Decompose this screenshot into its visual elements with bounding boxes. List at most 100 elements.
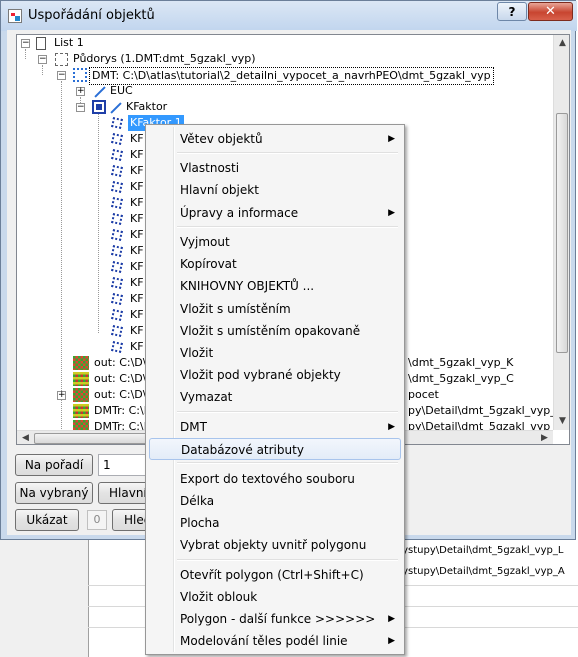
menu-item-kopirovat[interactable]: Kopírovat — [149, 253, 401, 275]
close-button[interactable]: ✕ — [528, 2, 573, 21]
menu-item-vlozit-s-umistenim[interactable]: Vložit s umístěním — [149, 298, 401, 320]
submenu-arrow-icon: ▶ — [388, 208, 395, 218]
tree-label: KF — [130, 180, 144, 193]
menu-item-label: Kopírovat — [180, 257, 237, 271]
tree-label: KF — [130, 276, 144, 289]
menu-item-label: Vložit pod vybrané objekty — [180, 368, 341, 382]
scroll-right-icon[interactable]: ▶ — [536, 431, 553, 444]
tree-label: KFaktor — [126, 100, 168, 113]
menu-separator — [177, 559, 398, 561]
tree-row-euc[interactable]: + EUC — [17, 83, 553, 99]
menu-item-label: DMT — [180, 420, 207, 434]
menu-item-label: KNIHOVNY OBJEKTŮ ... — [180, 279, 315, 293]
polygon-icon — [110, 340, 124, 354]
menu-item-delka[interactable]: Délka — [149, 490, 401, 512]
raster-icon — [73, 420, 89, 430]
tree-label-tail: py\Detail\dmt_5gzakl_vyp_LS — [408, 404, 553, 417]
menu-item-label: Větev objektů — [180, 132, 263, 146]
menu-item-label: Vložit s umístěním opakovaně — [180, 324, 361, 338]
menu-item-vlozit[interactable]: Vložit — [149, 342, 401, 364]
title-bar[interactable]: Uspořádání objektů ? ✕ — [1, 1, 577, 31]
collapse-icon[interactable]: − — [57, 71, 66, 80]
polygon-icon — [110, 132, 124, 146]
menu-item-knihovny-objektu[interactable]: KNIHOVNY OBJEKTŮ ... — [149, 275, 401, 297]
menu-item-label: Vyjmout — [180, 235, 230, 249]
context-menu: Větev objektů ▶ Vlastnosti Hlavní objekt Úpr… — [145, 124, 405, 655]
menu-separator — [177, 462, 398, 464]
polygon-icon — [110, 180, 124, 194]
menu-item-label: Polygon - další funkce >>>>>> — [180, 612, 376, 626]
polygon-icon — [110, 324, 124, 338]
submenu-arrow-icon: ▶ — [388, 134, 395, 144]
menu-separator — [177, 152, 398, 154]
help-button[interactable]: ? — [497, 2, 527, 21]
ukazat-button[interactable]: Ukázat — [15, 509, 79, 531]
menu-item-label: Hlavní objekt — [180, 183, 259, 197]
tree-vertical-scrollbar[interactable]: ▲ ▼ — [553, 35, 569, 430]
expand-icon[interactable]: + — [76, 87, 85, 96]
menu-item-databazove-atributy[interactable]: Databázové atributy — [149, 438, 401, 460]
menu-item-plocha[interactable]: Plocha — [149, 512, 401, 534]
scroll-up-icon[interactable]: ▲ — [554, 35, 569, 52]
menu-item-vetev-objektu[interactable]: Větev objektů ▶ — [149, 128, 401, 150]
menu-item-label: Vložit oblouk — [180, 590, 258, 604]
tree-row-kfaktor[interactable]: − KFaktor — [17, 99, 553, 115]
menu-item-label: Vložit — [180, 346, 214, 360]
menu-item-otevrit-polygon[interactable]: Otevřít polygon (Ctrl+Shift+C) — [149, 564, 401, 586]
menu-item-hlavni-objekt[interactable]: Hlavní objekt — [149, 179, 401, 201]
background-path-line-2: EO\Vystupy\Detail\dmt_5gzakl_vyp_A — [378, 566, 565, 577]
page-icon — [36, 37, 46, 50]
collapse-icon[interactable]: − — [21, 39, 30, 48]
raster-icon — [73, 388, 89, 402]
collapse-icon[interactable]: − — [76, 103, 85, 112]
submenu-arrow-icon: ▶ — [388, 422, 395, 432]
na-vybrany-button[interactable]: Na vybraný — [15, 482, 93, 504]
menu-item-vlastnosti[interactable]: Vlastnosti — [149, 157, 401, 179]
submenu-arrow-icon: ▶ — [388, 614, 395, 624]
na-poradi-button[interactable]: Na pořadí — [15, 454, 93, 476]
count-display: 0 — [87, 510, 107, 530]
menu-item-label: Vybrat objekty uvnitř polygonu — [180, 538, 367, 552]
menu-item-vlozit-pod-vybrane[interactable]: Vložit pod vybrané objekty — [149, 364, 401, 386]
scroll-left-icon[interactable]: ◀ — [17, 431, 34, 444]
tree-label-tail: \dmt_5gzakl_vyp_C — [408, 372, 514, 385]
line-icon — [92, 85, 106, 98]
tree-row-dmt[interactable]: − DMT: C:\D\atlas\tutorial\2_detailni_vy… — [17, 67, 553, 85]
polygon-icon — [110, 276, 124, 290]
menu-item-vybrat-objekty-uvnitr-polygonu[interactable]: Vybrat objekty uvnitř polygonu — [149, 534, 401, 556]
tree-label: KF — [130, 308, 144, 321]
menu-item-label: Modelování těles podél linie — [180, 634, 348, 648]
menu-item-dmt[interactable]: DMT ▶ — [149, 416, 401, 438]
menu-item-vlozit-oblouk[interactable]: Vložit oblouk — [149, 586, 401, 608]
tree-label: DMTr: C:\D — [94, 420, 153, 430]
polygon-icon — [110, 260, 124, 274]
collapse-icon[interactable]: − — [38, 55, 47, 64]
tree-label: KF — [130, 132, 144, 145]
layer-icon — [55, 53, 68, 66]
expand-icon[interactable]: + — [57, 391, 66, 400]
tree-label-tail: py\Detail\dmt_5gzakl_vyp_Ac — [408, 420, 553, 430]
tree-label: DMTr: C:\D — [94, 404, 153, 417]
tree-row-pudorys[interactable]: − Půdorys (1.DMT:dmt_5gzakl_vyp) — [17, 51, 553, 67]
app-icon — [8, 9, 22, 23]
scroll-thumb[interactable] — [556, 113, 568, 353]
menu-item-modelovani-teles[interactable]: Modelování těles podél linie ▶ — [149, 630, 401, 652]
tree-label: KF — [130, 340, 144, 353]
polygon-icon — [110, 148, 124, 162]
scroll-down-icon[interactable]: ▼ — [554, 413, 569, 430]
raster-icon — [73, 356, 89, 370]
menu-item-upravy-a-informace[interactable]: Úpravy a informace ▶ — [149, 202, 401, 224]
menu-item-polygon-dalsi-funkce[interactable]: Polygon - další funkce >>>>>> ▶ — [149, 608, 401, 630]
menu-item-vymazat[interactable]: Vymazat — [149, 386, 401, 408]
menu-item-label: Délka — [180, 494, 215, 508]
tree-row-list[interactable]: − List 1 — [17, 35, 553, 51]
polygon-icon — [110, 212, 124, 226]
menu-item-label: Otevřít polygon (Ctrl+Shift+C) — [180, 568, 364, 582]
menu-item-label: Vložit s umístěním — [180, 302, 291, 316]
menu-item-vlozit-s-umistenim-opakovane[interactable]: Vložit s umístěním opakovaně — [149, 320, 401, 342]
menu-item-vyjmout[interactable]: Vyjmout — [149, 231, 401, 253]
tree-label: Půdorys (1.DMT:dmt_5gzakl_vyp) — [73, 52, 256, 65]
layer-square-icon — [92, 100, 106, 114]
polygon-icon — [110, 228, 124, 242]
menu-item-export-do-textoveho-souboru[interactable]: Export do textového souboru — [149, 468, 401, 490]
